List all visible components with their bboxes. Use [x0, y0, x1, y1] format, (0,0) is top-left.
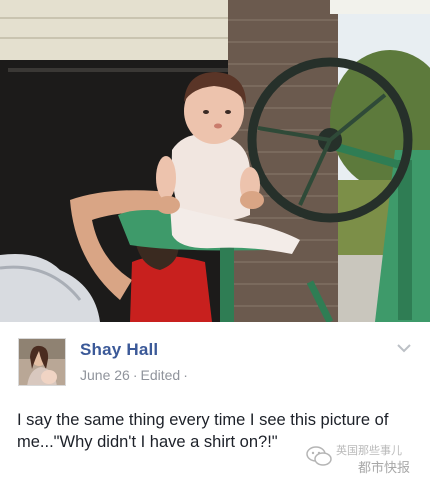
edited-label[interactable]: Edited — [141, 367, 181, 383]
chevron-down-icon[interactable] — [394, 340, 414, 356]
watermark-line1: 英国那些事儿 — [336, 445, 402, 457]
wechat-logo-icon — [306, 446, 332, 466]
meta-separator: · — [132, 367, 138, 383]
avatar[interactable] — [18, 338, 66, 386]
post-meta: June 26 · Edited · — [80, 367, 191, 383]
post-date[interactable]: June 26 — [80, 367, 130, 383]
privacy-separator: · — [183, 367, 188, 383]
watermark-line2: 都市快报 — [358, 460, 411, 475]
author-name[interactable]: Shay Hall — [80, 340, 158, 360]
watermark: 英国那些事儿 都市快报 — [306, 440, 426, 480]
post-photo[interactable] — [0, 0, 430, 322]
post-card: Shay Hall June 26 · Edited · I say the same… — [0, 322, 430, 481]
